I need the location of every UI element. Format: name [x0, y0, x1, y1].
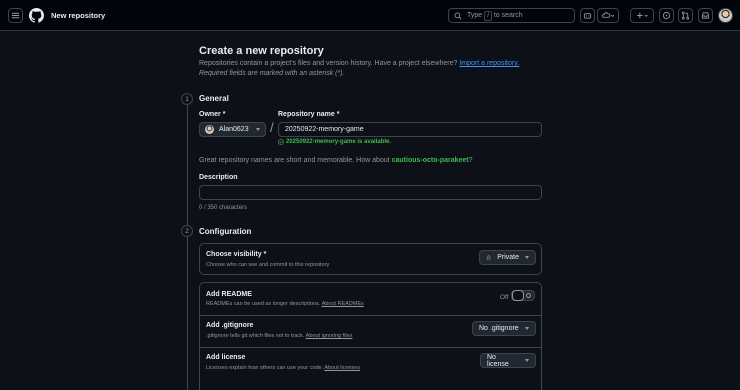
plus-icon — [636, 12, 648, 19]
top-bar: New repository Type / to search — [0, 0, 740, 31]
lock-icon — [486, 255, 491, 260]
readme-toggle[interactable] — [511, 290, 535, 301]
search-icon — [454, 12, 462, 20]
required-note: Required fields are marked with an aster… — [199, 70, 345, 77]
intro-text: Repositories contain a project's files a… — [199, 60, 458, 67]
license-description-text: Licenses explain how others can use your… — [206, 365, 324, 371]
about-licenses-link[interactable]: About licenses — [324, 365, 360, 371]
copilot-icon — [583, 13, 592, 19]
hamburger-icon — [11, 12, 20, 19]
gitignore-description-text: .gitignore tells git which files not to … — [206, 333, 305, 339]
pull-requests-button[interactable] — [678, 8, 693, 23]
search-prefix: Type — [467, 12, 483, 19]
chevron-down-icon — [256, 128, 260, 131]
repository-name-value: 20250922-memory-game — [285, 126, 364, 133]
name-suggestion: Great repository names are short and mem… — [199, 157, 473, 164]
section-title-configuration: Configuration — [199, 227, 252, 236]
gitignore-dropdown[interactable]: No .gitignore — [472, 321, 536, 336]
user-avatar[interactable] — [718, 8, 733, 23]
toggle-off-icon — [526, 293, 531, 298]
suggested-name-link[interactable]: cautious-octo-parakeet — [392, 157, 469, 164]
menu-button[interactable] — [8, 8, 23, 23]
description-label: Description — [199, 174, 238, 181]
form-intro: Repositories contain a project's files a… — [199, 60, 519, 67]
import-repository-link[interactable]: Import a repository. — [459, 60, 519, 67]
notifications-button[interactable] — [698, 8, 713, 23]
pull-request-icon — [681, 11, 690, 20]
description-input[interactable] — [199, 185, 542, 200]
visibility-description: Choose who can see and commit to this re… — [206, 262, 330, 268]
availability-text: 20250922-memory-game is available. — [286, 139, 392, 145]
chevron-down-icon — [524, 327, 529, 330]
step-number-2: 2 — [181, 225, 193, 237]
visibility-title: Choose visibility * — [206, 251, 267, 258]
issues-button[interactable] — [659, 8, 674, 23]
repository-options-card: Add README READMEs can be used as longer… — [199, 282, 542, 390]
gitignore-title: Add .gitignore — [206, 322, 254, 329]
readme-description-text: READMEs can be used as longer descriptio… — [206, 301, 321, 307]
search-input[interactable]: Type / to search — [448, 8, 575, 23]
license-dropdown[interactable]: No license — [480, 353, 536, 368]
license-value: No license — [487, 353, 509, 368]
create-new-button[interactable] — [630, 8, 654, 23]
suggestion-suffix: ? — [468, 157, 473, 164]
step-connector-line — [187, 100, 188, 390]
readme-title: Add README — [206, 291, 252, 298]
owner-label: Owner * — [199, 111, 226, 118]
copilot-dropdown-icon — [601, 12, 614, 18]
license-row: Add license Licenses explain how others … — [200, 347, 541, 390]
toggle-knob — [512, 290, 524, 301]
gitignore-row: Add .gitignore .gitignore tells git whic… — [200, 315, 541, 347]
license-title: Add license — [206, 354, 246, 361]
inbox-icon — [701, 12, 710, 19]
availability-message: 20250922-memory-game is available. — [278, 139, 391, 145]
about-readmes-link[interactable]: About READMEs — [322, 301, 364, 307]
repository-name-input[interactable]: 20250922-memory-game — [278, 122, 542, 137]
owner-avatar — [205, 125, 214, 134]
license-description: Licenses explain how others can use your… — [206, 365, 360, 371]
copilot-button[interactable] — [580, 8, 595, 23]
owner-dropdown[interactable]: Alan0623 — [199, 122, 266, 137]
step-number-1: 1 — [181, 93, 193, 105]
section-title-general: General — [199, 94, 229, 103]
check-circle-icon — [278, 139, 284, 145]
gitignore-value: No .gitignore — [479, 325, 519, 332]
readme-description: READMEs can be used as longer descriptio… — [206, 301, 364, 307]
chevron-down-icon — [525, 256, 529, 259]
character-count: 0 / 350 characters — [199, 205, 248, 211]
search-suffix: to search — [493, 12, 523, 19]
copilot-menu-button[interactable] — [597, 8, 619, 23]
chevron-down-icon — [525, 359, 529, 362]
about-ignoring-files-link[interactable]: About ignoring files — [306, 333, 353, 339]
owner-repo-separator: / — [270, 120, 274, 135]
readme-toggle-label: Off — [500, 294, 509, 301]
suggestion-prefix: Great repository names are short and mem… — [199, 157, 390, 164]
search-shortcut-key: / — [484, 10, 492, 21]
form-heading: Create a new repository — [199, 45, 324, 57]
visibility-dropdown[interactable]: Private — [479, 250, 536, 265]
owner-value: Alan0623 — [219, 126, 249, 133]
visibility-card: Choose visibility * Choose who can see a… — [199, 243, 542, 275]
visibility-value: Private — [497, 254, 519, 261]
github-logo-icon[interactable] — [29, 8, 44, 23]
issues-icon — [662, 11, 671, 20]
page-title: New repository — [51, 11, 106, 20]
repository-name-label: Repository name * — [278, 111, 340, 118]
gitignore-description: .gitignore tells git which files not to … — [206, 333, 352, 339]
